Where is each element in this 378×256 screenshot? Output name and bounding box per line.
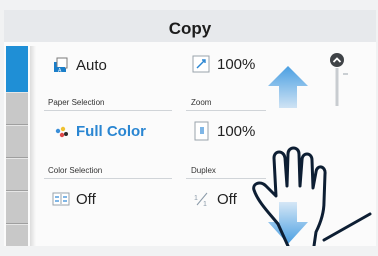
svg-text:1: 1	[203, 201, 207, 208]
combine-value: Off	[76, 190, 96, 208]
paper-selection-label: Paper Selection	[48, 98, 105, 107]
duplex-value: Off	[217, 190, 237, 208]
hand-gesture-icon	[244, 128, 376, 246]
zoom-icon	[191, 54, 211, 74]
color-selection-label: Color Selection	[48, 166, 103, 175]
scroll-top-icon[interactable]	[329, 52, 349, 112]
paper-selection-button[interactable]: A Auto	[52, 56, 107, 74]
duplex-label: Duplex	[191, 166, 216, 175]
left-rail	[4, 46, 30, 246]
color-selection-button[interactable]: Full Color	[52, 122, 146, 140]
rail-tab-active[interactable]	[6, 46, 28, 92]
duplex-button[interactable]: 1 1 Off	[193, 190, 237, 209]
paper-tray-icon: A	[52, 56, 70, 74]
duplex-icon: 1 1	[193, 190, 211, 208]
copy-screen: Copy A Auto 100% Paper Selection Zoom Fu…	[4, 10, 376, 246]
header-bar: Copy	[4, 10, 376, 42]
combine-icon	[52, 190, 70, 208]
rail-tab[interactable]	[6, 125, 28, 158]
color-value: Full Color	[76, 122, 146, 140]
scroll-up-arrow-icon[interactable]	[266, 64, 310, 115]
paper-value: Auto	[76, 56, 107, 74]
svg-text:1: 1	[194, 195, 198, 202]
zoom-value: 100%	[217, 55, 256, 73]
combine-button[interactable]: Off	[52, 190, 96, 208]
zoom-label: Zoom	[191, 98, 212, 107]
rail-tab[interactable]	[6, 158, 28, 191]
rail-shadow	[30, 46, 36, 246]
page-title: Copy	[168, 19, 212, 38]
rail-tab[interactable]	[6, 224, 28, 246]
zoom-button[interactable]: 100%	[191, 54, 255, 74]
color-icon	[52, 122, 70, 140]
rail-tab[interactable]	[6, 92, 28, 125]
density-icon	[193, 120, 211, 142]
divider	[44, 178, 172, 179]
divider	[186, 110, 266, 111]
rail-tab[interactable]	[6, 191, 28, 224]
divider	[44, 110, 172, 111]
